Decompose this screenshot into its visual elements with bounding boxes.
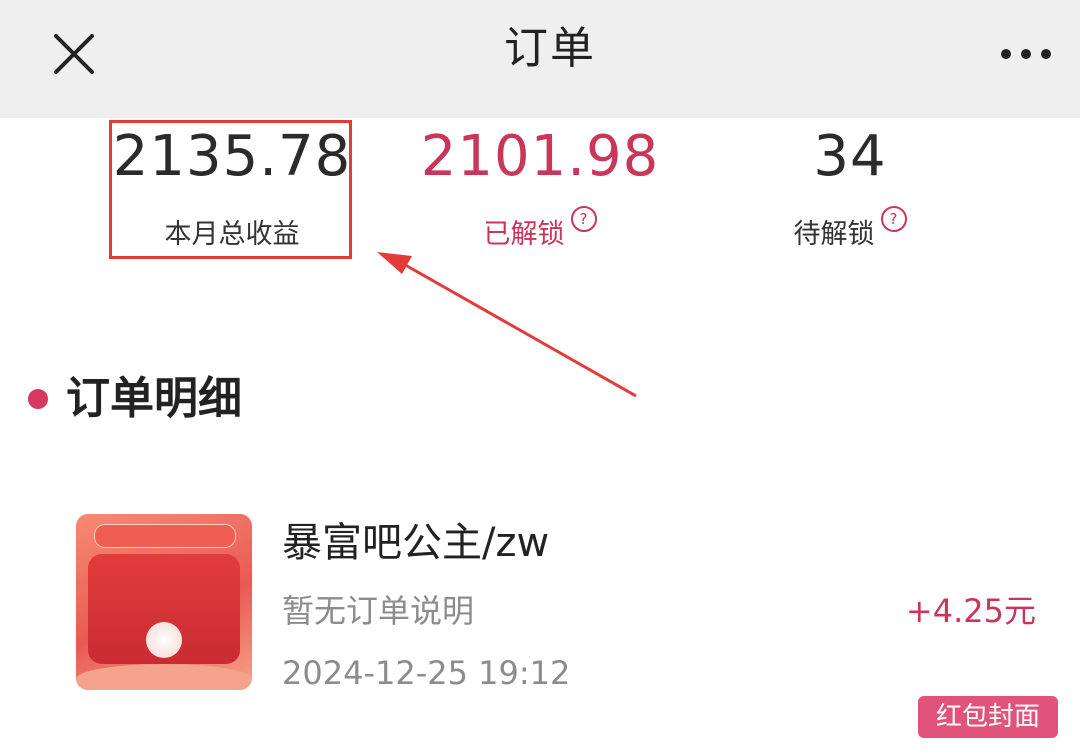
cloud-decoration [76, 664, 252, 690]
order-item[interactable]: 暴富吧公主/zw 暂无订单说明 2024-12-25 19:12 +4.25元 … [0, 490, 1080, 754]
order-name: 暴富吧公主/zw [282, 520, 550, 566]
order-amount: +4.25元 [905, 592, 1036, 630]
coin-decoration [146, 622, 182, 658]
order-time: 2024-12-25 19:12 [282, 654, 571, 692]
section-header: 订单明细 [28, 362, 242, 426]
section-title: 订单明细 [66, 373, 242, 424]
order-tag-badge: 红包封面 [918, 696, 1058, 738]
red-envelope-thumbnail[interactable] [76, 514, 252, 690]
banner-decoration [94, 524, 236, 548]
section-dot-icon [28, 389, 48, 409]
order-description: 暂无订单说明 [282, 592, 475, 630]
